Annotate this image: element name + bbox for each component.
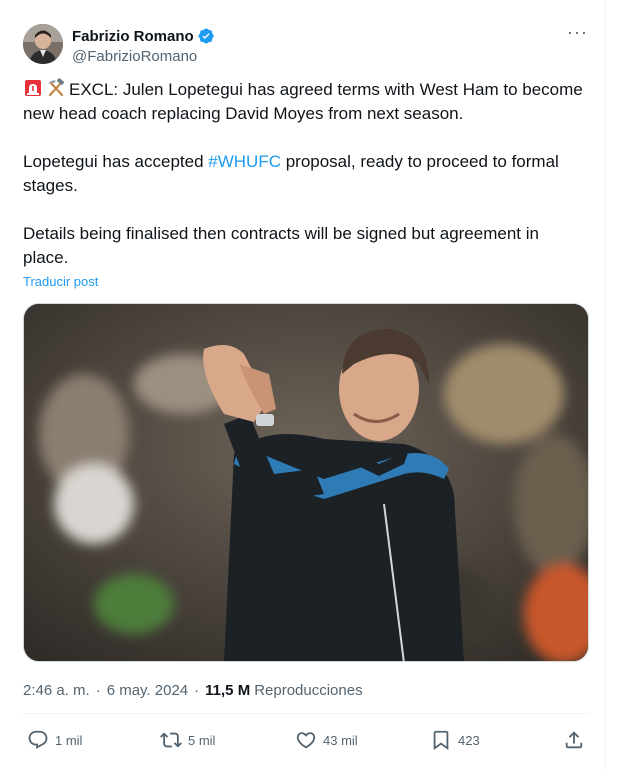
meta-separator: · [194, 681, 200, 699]
like-button[interactable]: 43 mil [295, 727, 358, 753]
tweet-date[interactable]: 6 may. 2024 [107, 682, 188, 699]
hammer-pick-emoji-icon [46, 78, 66, 98]
avatar[interactable] [23, 24, 63, 64]
tweet-line-1: EXCL: Julen Lopetegui has agreed terms w… [23, 80, 583, 123]
translate-post-link[interactable]: Traducir post [23, 274, 98, 289]
repost-icon [160, 732, 182, 748]
divider [23, 713, 589, 714]
more-options-icon[interactable]: ··· [567, 23, 587, 46]
bookmark-button[interactable]: 423 [430, 727, 480, 753]
author-handle[interactable]: @FabrizioRomano [72, 48, 215, 65]
tweet-text: EXCL: Julen Lopetegui has agreed terms w… [23, 78, 583, 270]
hashtag-link[interactable]: #WHUFC [208, 152, 281, 171]
verified-badge-icon[interactable] [197, 27, 215, 45]
bookmark-count: 423 [458, 732, 480, 748]
views-count: 11,5 M [205, 681, 251, 699]
reply-count: 1 mil [55, 732, 83, 748]
tweet-photo[interactable] [23, 303, 589, 662]
tweet-paragraph-2-start: Lopetegui has accepted [23, 152, 209, 171]
repost-count: 5 mil [188, 732, 216, 748]
tweet-paragraph-2: Lopetegui has accepted #WHUFC proposal, … [23, 150, 583, 198]
tweet-card: Fabrizio Romano @FabrizioRomano ··· EXCL… [0, 0, 606, 771]
rotating-light-emoji-icon [23, 78, 43, 98]
author-info: Fabrizio Romano @FabrizioRomano [72, 26, 215, 65]
reply-button[interactable]: 1 mil [27, 727, 82, 753]
share-button[interactable] [563, 727, 585, 753]
tweet-header: Fabrizio Romano @FabrizioRomano ··· [23, 23, 593, 68]
views-label: Reproducciones [254, 681, 363, 699]
author-name-row: Fabrizio Romano [72, 26, 215, 46]
repost-button[interactable]: 5 mil [160, 727, 215, 753]
like-count: 43 mil [323, 732, 358, 748]
tweet-paragraph-1: EXCL: Julen Lopetegui has agreed terms w… [23, 78, 583, 126]
author-name[interactable]: Fabrizio Romano [72, 28, 194, 45]
tweet-meta: 2:46 a. m. · 6 may. 2024 · 11,5 M Reprod… [23, 680, 363, 700]
bookmark-icon [433, 730, 449, 751]
tweet-time[interactable]: 2:46 a. m. [23, 682, 90, 699]
share-icon [565, 731, 583, 749]
tweet-paragraph-3: Details being finalised then contracts w… [23, 224, 539, 267]
heart-icon [296, 732, 316, 749]
action-bar: 1 mil 5 mil 43 mil 423 [23, 727, 589, 753]
reply-icon [28, 730, 48, 749]
meta-separator: · [95, 681, 101, 699]
